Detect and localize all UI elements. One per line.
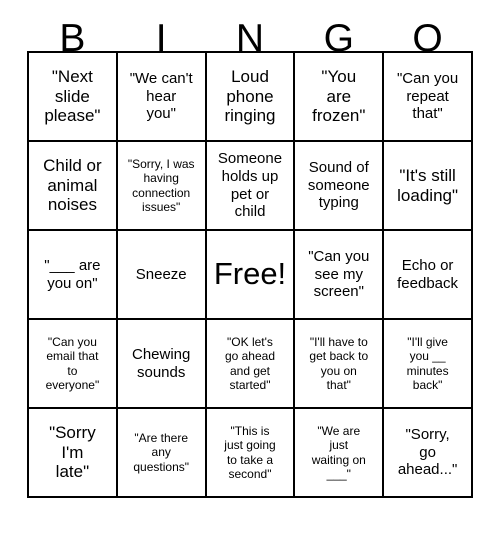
bingo-cell-label: "Are there any questions" xyxy=(133,430,190,474)
bingo-cell[interactable]: "Sorry, I was having connection issues" xyxy=(117,142,207,231)
bingo-cell[interactable]: Echo or feedback xyxy=(384,231,473,320)
bingo-card: B I N G O "Next slide please" "We can't h… xyxy=(0,0,500,544)
bingo-cell-label: "OK let's go ahead and get started" xyxy=(224,334,276,392)
bingo-cell[interactable]: "Can you email that to everyone" xyxy=(29,320,118,409)
bingo-cell[interactable]: Sound of someone typing xyxy=(295,142,385,231)
bingo-cell[interactable]: Loud phone ringing xyxy=(206,53,296,142)
bingo-cell-label: "You are frozen" xyxy=(312,66,366,126)
bingo-cell-label: "It's still loading" xyxy=(397,165,459,205)
bingo-cell-label: "___ are you on" xyxy=(44,256,101,292)
bingo-header-letter-i: I xyxy=(155,17,167,60)
bingo-cell-label: Child or animal noises xyxy=(43,155,102,215)
bingo-header-letter-n: N xyxy=(235,17,265,60)
bingo-cell[interactable]: "I'll give you __ minutes back" xyxy=(384,320,473,409)
bingo-cell-label: "I'll have to get back to you on that" xyxy=(309,334,369,392)
bingo-header-letter-b: B xyxy=(59,17,86,60)
bingo-grid: "Next slide please" "We can't hear you" Lo… xyxy=(27,51,473,498)
bingo-cell[interactable]: "OK let's go ahead and get started" xyxy=(206,320,296,409)
bingo-cell[interactable]: "Are there any questions" xyxy=(117,409,207,498)
bingo-cell[interactable]: Chewing sounds xyxy=(117,320,207,409)
bingo-cell-label: "Next slide please" xyxy=(44,66,101,126)
bingo-cell[interactable]: Child or animal noises xyxy=(29,142,118,231)
bingo-cell[interactable]: Sneeze xyxy=(117,231,207,320)
bingo-cell-label: Someone holds up pet or child xyxy=(217,150,283,221)
bingo-header-letter-g: G xyxy=(323,17,354,60)
bingo-cell[interactable]: "This is just going to take a second" xyxy=(206,409,296,498)
bingo-cell-label: Echo or feedback xyxy=(397,256,459,292)
bingo-cell-label: "I'll give you __ minutes back" xyxy=(406,334,449,392)
bingo-cell[interactable]: "We are just waiting on ___" xyxy=(295,409,385,498)
bingo-cell-label: "Sorry, I was having connection issues" xyxy=(127,156,195,214)
bingo-cell-label: Sound of someone typing xyxy=(307,159,370,212)
bingo-cell[interactable]: Someone holds up pet or child xyxy=(206,142,296,231)
bingo-cell-label: Sneeze xyxy=(135,265,187,283)
bingo-cell-label: "Can you email that to everyone" xyxy=(45,334,100,392)
bingo-cell[interactable]: "Can you repeat that" xyxy=(384,53,473,142)
bingo-cell-label: "We are just waiting on ___" xyxy=(311,423,366,481)
bingo-free-space[interactable]: Free! xyxy=(206,231,296,320)
bingo-header-letter-o: O xyxy=(412,17,443,60)
bingo-cell-label: "Can you see my screen" xyxy=(308,248,370,301)
bingo-cell[interactable]: "Sorry I'm late" xyxy=(29,409,118,498)
bingo-cell-label: Free! xyxy=(213,256,287,292)
bingo-header: B I N G O xyxy=(28,0,472,60)
bingo-cell[interactable]: "We can't hear you" xyxy=(117,53,207,142)
bingo-cell[interactable]: "Next slide please" xyxy=(29,53,118,142)
bingo-cell-label: "Sorry, go ahead..." xyxy=(397,426,458,479)
bingo-cell[interactable]: "It's still loading" xyxy=(384,142,473,231)
bingo-cell[interactable]: "___ are you on" xyxy=(29,231,118,320)
bingo-cell-label: Loud phone ringing xyxy=(224,66,276,126)
bingo-cell-label: Chewing sounds xyxy=(132,345,191,381)
bingo-cell-label: "We can't hear you" xyxy=(129,70,193,123)
bingo-cell[interactable]: "Can you see my screen" xyxy=(295,231,385,320)
bingo-cell-label: "This is just going to take a second" xyxy=(224,423,276,481)
bingo-cell-label: "Can you repeat that" xyxy=(396,70,459,123)
bingo-cell[interactable]: "Sorry, go ahead..." xyxy=(384,409,473,498)
bingo-cell-label: "Sorry I'm late" xyxy=(49,422,96,482)
bingo-cell[interactable]: "I'll have to get back to you on that" xyxy=(295,320,385,409)
bingo-cell[interactable]: "You are frozen" xyxy=(295,53,385,142)
